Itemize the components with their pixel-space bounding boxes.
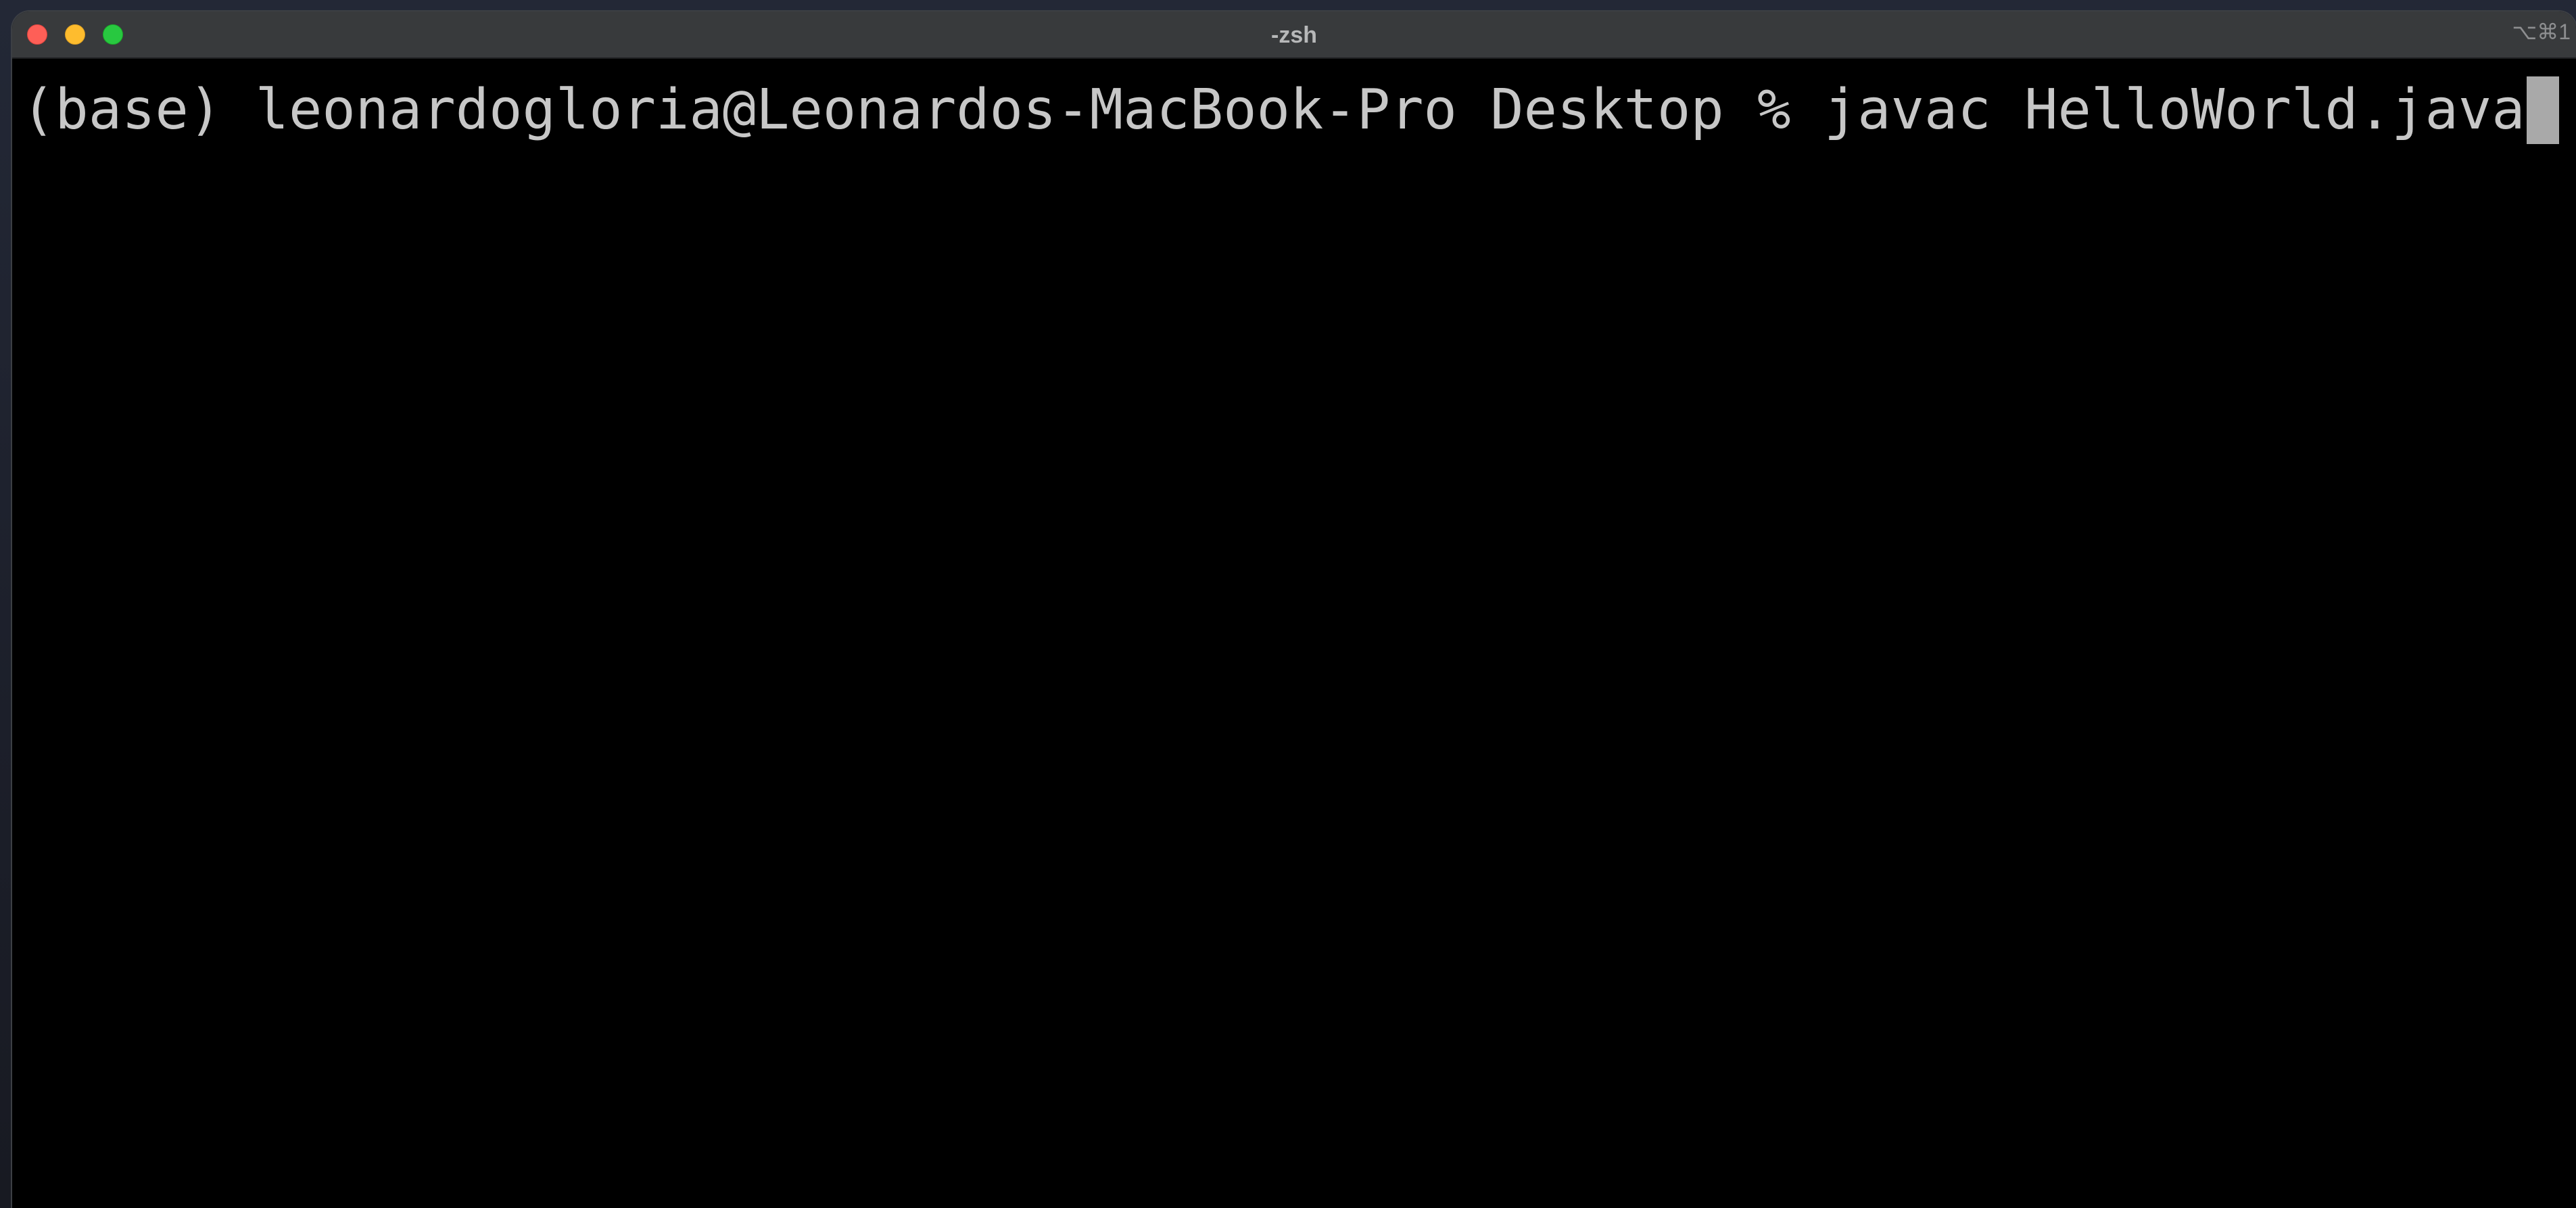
command-line: (base) leonardogloria@Leonardos-MacBook-… [22,76,2567,144]
typed-command: javac HelloWorld.java [1823,78,2525,142]
window-title: -zsh [1271,22,1317,48]
terminal-output[interactable]: (base) leonardogloria@Leonardos-MacBook-… [12,59,2576,1208]
shell-prompt: (base) leonardogloria@Leonardos-MacBook-… [22,78,1824,142]
title-bar[interactable]: -zsh ⌥⌘1 [12,11,2576,59]
tab-shortcut-label: ⌥⌘1 [2512,20,2571,44]
text-cursor [2526,76,2559,144]
terminal-window: -zsh ⌥⌘1 (base) leonardogloria@Leonardos… [12,11,2576,1208]
